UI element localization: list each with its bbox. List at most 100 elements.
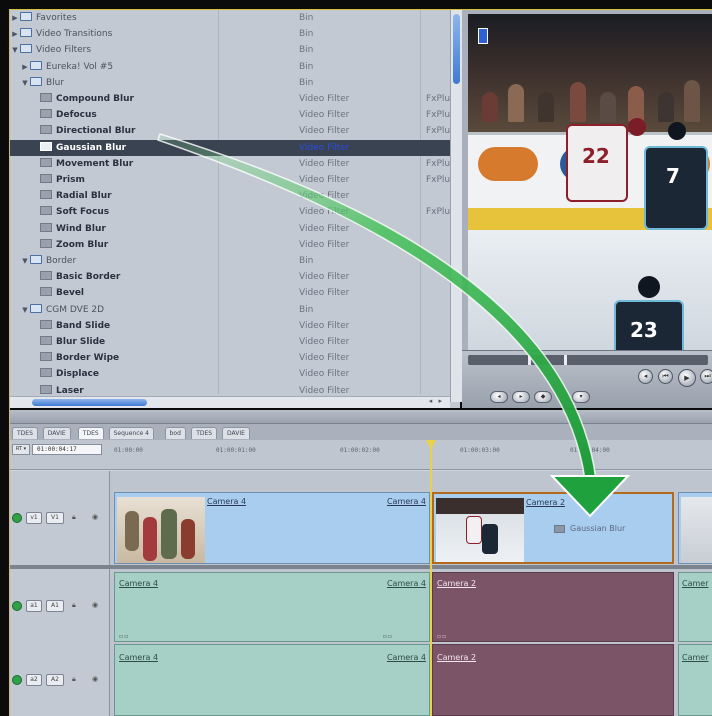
row-label: Zoom Blur <box>56 239 109 250</box>
lock-icon[interactable]: 🔒︎ <box>72 513 76 522</box>
disclosure-expanded-icon[interactable]: ▼ <box>20 253 30 269</box>
viewer-transport-controls: ◂ ▸ ◆ ▾ ◂ ⏮ ▶ ⏭ <box>462 350 712 408</box>
audio-clip-camera-4[interactable]: Camera 4 Camera 4 ▫▫ ▫▫ <box>114 572 430 642</box>
track-audio-icon[interactable] <box>12 675 22 685</box>
auto-select-icon[interactable]: ◉ <box>92 601 98 609</box>
dest-track-v1[interactable]: V1 <box>46 512 64 524</box>
sequence-tab[interactable]: TDES <box>77 427 104 439</box>
row-type: Bin <box>299 256 314 266</box>
bin-row[interactable]: ▼ Blur Bin <box>10 75 460 91</box>
playhead-marker[interactable] <box>564 355 567 365</box>
clip-camera-2[interactable]: Camera 2 Gaussian Blur <box>432 492 674 564</box>
filter-row[interactable]: Gaussian Blur Video Filter <box>10 139 460 156</box>
row-name: Blur Slide <box>30 334 105 350</box>
lock-icon[interactable]: 🔒︎ <box>72 601 76 610</box>
scroll-arrows-icon[interactable]: ◂ ▸ <box>429 397 444 405</box>
clip-end-name: Camera 4 <box>386 497 426 506</box>
sequence-tab[interactable]: bod <box>164 427 186 439</box>
disclosure-collapsed-icon[interactable]: ▶ <box>10 26 20 42</box>
clip-end-name: Camera 4 <box>386 579 426 588</box>
auto-select-icon[interactable]: ◉ <box>92 675 98 683</box>
row-label: Gaussian Blur <box>56 142 127 153</box>
filter-row[interactable]: Movement Blur Video Filter FxPlu <box>10 156 460 172</box>
disclosure-expanded-icon[interactable]: ▼ <box>20 302 30 318</box>
bin-row[interactable]: ▶ Eureka! Vol #5 Bin <box>10 59 460 75</box>
scrubber-bar[interactable] <box>468 355 708 365</box>
ruler-tick-label: 01:00:02:00 <box>340 447 380 454</box>
sequence-tab[interactable]: DAVIE <box>42 427 71 439</box>
disclosure-collapsed-icon[interactable]: ▶ <box>20 59 30 75</box>
video-filter-icon <box>40 368 52 378</box>
filter-row[interactable]: Zoom Blur Video Filter <box>10 237 460 253</box>
filter-row[interactable]: Compound Blur Video Filter FxPlu <box>10 91 460 107</box>
dest-track-a1[interactable]: A1 <box>46 600 64 612</box>
play-button[interactable]: ▶ <box>678 369 696 387</box>
filter-row[interactable]: Defocus Video Filter FxPlu <box>10 107 460 123</box>
auto-select-icon[interactable]: ◉ <box>92 513 98 521</box>
bin-row[interactable]: ▶ Video Transitions Bin <box>10 26 460 42</box>
sequence-tab[interactable]: DAVIE <box>222 427 250 439</box>
bin-row[interactable]: ▼ Border Bin <box>10 253 460 269</box>
audio-clip-camera-2[interactable]: Camera 2 ▫▫ <box>432 572 674 642</box>
filter-row[interactable]: Bevel Video Filter <box>10 285 460 301</box>
bin-row[interactable]: ▶ Favorites Bin <box>10 10 460 26</box>
row-type: Video Filter <box>299 353 350 364</box>
filter-row[interactable]: Band Slide Video Filter <box>10 318 460 334</box>
video-filter-icon <box>40 238 52 248</box>
audio-clip-next[interactable]: Camer <box>678 644 712 716</box>
audio-clip-next[interactable]: Camer <box>678 572 712 642</box>
row-label: Band Slide <box>56 320 111 331</box>
sequence-tab[interactable]: TDES <box>12 427 38 439</box>
disclosure-collapsed-icon[interactable]: ▶ <box>10 10 20 26</box>
dest-track-a2[interactable]: A2 <box>46 674 64 686</box>
zoom-popup[interactable]: RT ▾ <box>12 444 30 455</box>
clip-camera-4[interactable]: Camera 4 Camera 4 <box>114 492 430 564</box>
mark-in-button[interactable]: ◂ <box>490 391 508 403</box>
filter-row[interactable]: Prism Video Filter FxPlu <box>10 172 460 188</box>
scroll-thumb[interactable] <box>453 14 460 84</box>
sequence-tab[interactable]: Sequence 4 <box>108 427 154 439</box>
row-type: Video Filter <box>299 223 350 234</box>
current-timecode-field[interactable]: 01:00:04:17 <box>32 444 102 455</box>
filter-row[interactable]: Displace Video Filter <box>10 366 460 382</box>
playhead[interactable] <box>430 440 432 716</box>
scroll-thumb[interactable] <box>32 399 147 406</box>
disclosure-expanded-icon[interactable]: ▼ <box>10 42 20 58</box>
source-patch-v1[interactable]: v1 <box>26 512 42 524</box>
audio-clip-camera-4[interactable]: Camera 4 Camera 4 <box>114 644 430 716</box>
in-point-marker-icon[interactable] <box>478 28 488 44</box>
mark-out-button[interactable]: ▸ <box>512 391 530 403</box>
play-in-out-button[interactable]: ◂ <box>638 369 653 384</box>
lock-icon[interactable]: 🔒︎ <box>72 675 76 684</box>
track-audio-icon[interactable] <box>12 601 22 611</box>
filter-row[interactable]: Basic Border Video Filter <box>10 269 460 285</box>
applied-filter-label: Gaussian Blur <box>554 524 625 533</box>
go-previous-button[interactable]: ⏮ <box>658 369 673 384</box>
filter-row[interactable]: Blur Slide Video Filter <box>10 334 460 350</box>
audio-clip-camera-2[interactable]: Camera 2 <box>432 644 674 716</box>
add-marker-button[interactable]: ▾ <box>572 391 590 403</box>
track-visibility-icon[interactable] <box>12 513 22 523</box>
filter-row[interactable]: Border Wipe Video Filter <box>10 350 460 366</box>
source-patch-a2[interactable]: a2 <box>26 674 42 686</box>
go-next-button[interactable]: ⏭ <box>700 369 712 384</box>
row-type: Video Filter <box>299 239 350 250</box>
sequence-tab[interactable]: TDES <box>191 427 218 439</box>
row-type: Bin <box>299 304 314 315</box>
filter-row[interactable]: Radial Blur Video Filter <box>10 188 460 204</box>
timeline-ruler[interactable]: RT ▾ 01:00:04:17 01:00:00 01:00:01:00 01:0… <box>10 440 712 470</box>
timeline-title-bar[interactable] <box>10 410 712 424</box>
disclosure-expanded-icon[interactable]: ▼ <box>20 75 30 91</box>
mark-clip-button[interactable]: ◆ <box>534 391 552 403</box>
video-filter-icon <box>40 271 52 281</box>
bin-row[interactable]: ▼ CGM DVE 2D Bin <box>10 302 460 318</box>
browser-vertical-scrollbar[interactable] <box>450 10 462 402</box>
row-name: Border Wipe <box>30 350 119 366</box>
clip-next[interactable] <box>678 492 712 564</box>
filter-row[interactable]: Soft Focus Video Filter FxPlu <box>10 204 460 220</box>
filter-row[interactable]: Directional Blur Video Filter FxPlu <box>10 123 460 139</box>
filter-row[interactable]: Wind Blur Video Filter <box>10 221 460 237</box>
source-patch-a1[interactable]: a1 <box>26 600 42 612</box>
bin-row[interactable]: ▼ Video Filters Bin <box>10 42 460 58</box>
browser-horizontal-scrollbar[interactable]: ◂ ▸ <box>10 396 450 408</box>
